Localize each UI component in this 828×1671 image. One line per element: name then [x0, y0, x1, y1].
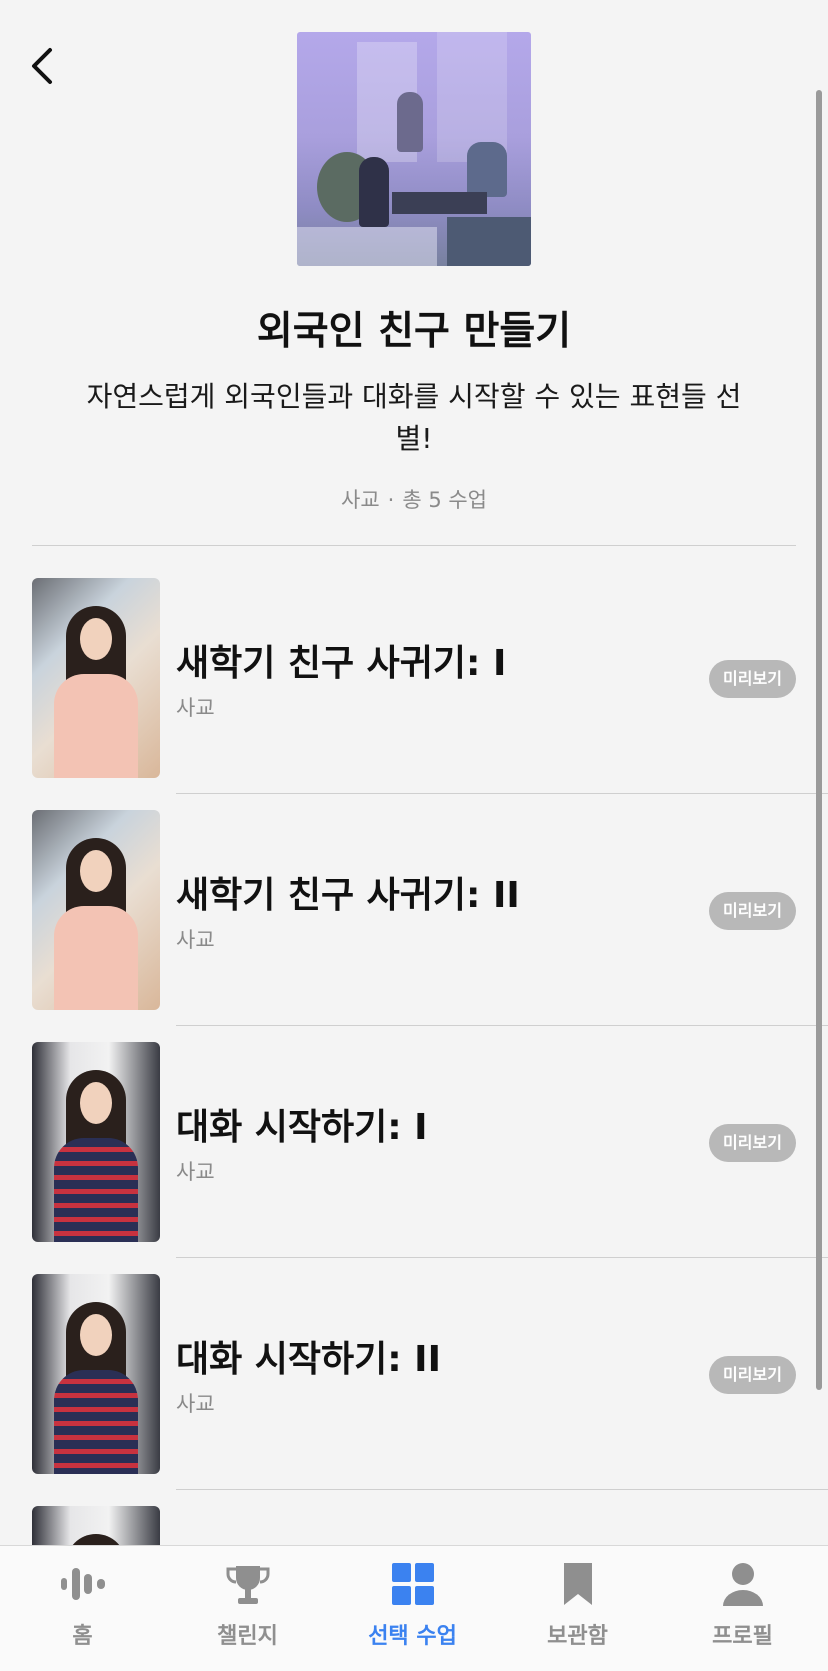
lesson-category: 사교: [176, 928, 215, 952]
lesson-thumbnail: [32, 810, 160, 1010]
lesson-item[interactable]: 대화 시작하기: I 사교 미리보기: [0, 1042, 828, 1274]
lesson-category: 사교: [176, 1392, 215, 1416]
lesson-title: 새학기 친구 사귀기: I: [176, 643, 507, 684]
lesson-title: 대화 시작하기: I: [176, 1107, 428, 1148]
lesson-thumbnail: [32, 1274, 160, 1474]
lesson-category: 사교: [176, 1160, 215, 1184]
tab-profile[interactable]: 프로필: [660, 1546, 825, 1671]
lesson-item[interactable]: 새학기 친구 사귀기: I 사교 미리보기: [0, 578, 828, 810]
row-divider: [176, 793, 828, 794]
preview-button[interactable]: 미리보기: [709, 892, 796, 930]
tab-label: 챌린지: [217, 1624, 278, 1649]
course-title: 외국인 친구 만들기: [256, 309, 572, 354]
preview-button[interactable]: 미리보기: [709, 1356, 796, 1394]
tab-label: 보관함: [547, 1624, 608, 1649]
lesson-count: 총 5 수업: [402, 488, 487, 512]
tab-label: 홈: [72, 1624, 93, 1649]
lesson-category: 사교: [176, 696, 215, 720]
row-divider: [176, 1257, 828, 1258]
course-description: 자연스럽게 외국인들과 대화를 시작할 수 있는 표현들 선별!: [86, 380, 742, 455]
tab-label: 프로필: [712, 1624, 773, 1649]
back-button[interactable]: [22, 42, 70, 90]
preview-button[interactable]: 미리보기: [709, 1124, 796, 1162]
lesson-item[interactable]: 대화 시작하기: II 사교 미리보기: [0, 1274, 828, 1506]
lesson-title: 대화 시작하기: II: [176, 1339, 441, 1380]
header-divider: [32, 545, 796, 546]
bottom-tab-bar: 홈 챌린지 선택 수업 보관함 프로필: [0, 1545, 828, 1671]
meta-separator: ·: [387, 488, 395, 512]
bookmark-icon: [563, 1563, 592, 1605]
lesson-thumbnail: [32, 1042, 160, 1242]
grid-icon: [391, 1563, 434, 1605]
lesson-list: 새학기 친구 사귀기: I 사교 미리보기 새학기 친구 사귀기: II 사교 …: [0, 578, 828, 1671]
row-divider: [176, 1025, 828, 1026]
lesson-item[interactable]: 새학기 친구 사귀기: II 사교 미리보기: [0, 810, 828, 1042]
tab-challenge[interactable]: 챌린지: [165, 1546, 330, 1671]
course-cover-image: [297, 32, 531, 266]
tab-library[interactable]: 보관함: [495, 1546, 660, 1671]
course-meta: 사교 · 총 5 수업: [0, 484, 828, 514]
scrollbar[interactable]: [816, 90, 822, 1390]
lesson-title: 새학기 친구 사귀기: II: [176, 875, 520, 916]
course-category: 사교: [341, 488, 380, 512]
person-icon: [722, 1563, 763, 1606]
row-divider: [176, 1489, 828, 1490]
tab-label: 선택 수업: [368, 1624, 457, 1649]
audio-wave-icon: [60, 1568, 105, 1600]
lesson-thumbnail: [32, 578, 160, 778]
chevron-left-icon: [32, 48, 52, 84]
preview-button[interactable]: 미리보기: [709, 660, 796, 698]
tab-home[interactable]: 홈: [0, 1546, 165, 1671]
trophy-icon: [226, 1566, 269, 1604]
tab-select-lessons[interactable]: 선택 수업: [330, 1546, 495, 1671]
